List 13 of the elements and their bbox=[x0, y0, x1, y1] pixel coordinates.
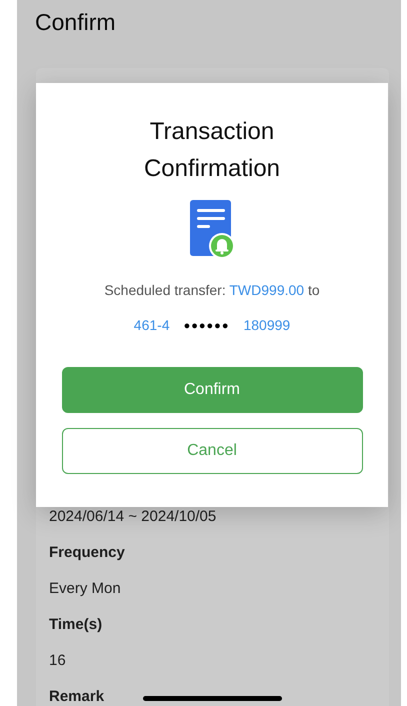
document-bell-icon bbox=[189, 200, 235, 260]
account-number: 461-4 ●●●●●● 180999 bbox=[134, 317, 290, 335]
field-label: Time(s) bbox=[49, 615, 102, 635]
dialog-title: Transaction Confirmation bbox=[142, 117, 282, 184]
field-label: Frequency bbox=[49, 543, 125, 563]
page-title: Confirm bbox=[34, 8, 117, 37]
field-value: Every Mon bbox=[49, 579, 121, 599]
confirm-button[interactable]: Confirm bbox=[62, 367, 362, 413]
transfer-message: Scheduled transfer: TWD999.00 to bbox=[104, 282, 320, 298]
field-value: 16 bbox=[49, 651, 66, 671]
field-value: 2024/06/14 ~ 2024/10/05 bbox=[49, 507, 216, 527]
cancel-button[interactable]: Cancel bbox=[62, 428, 362, 474]
field-label: Remark bbox=[49, 687, 104, 706]
